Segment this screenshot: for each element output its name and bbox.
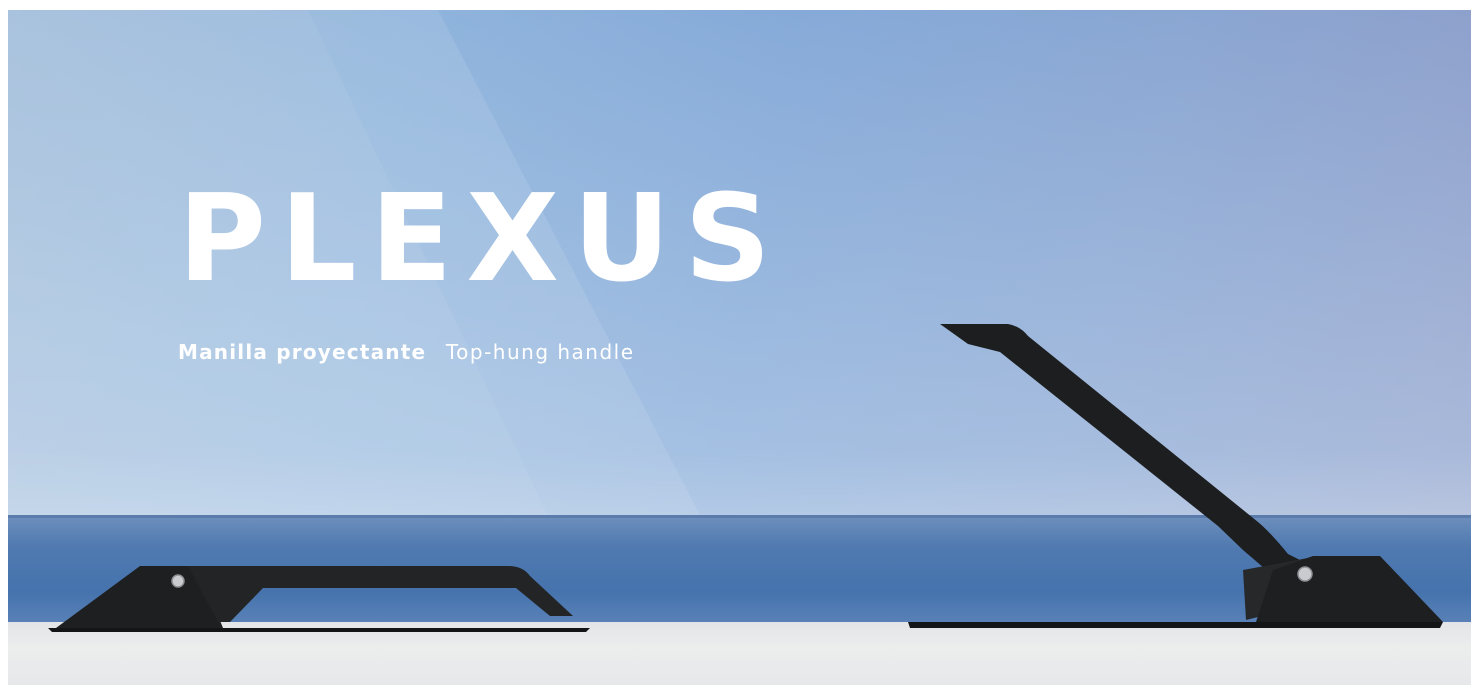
handle-closed [48,566,590,632]
product-title: PLEXUS [178,170,785,309]
subtitle-spanish: Manilla proyectante [178,340,427,364]
handle-open [908,324,1443,628]
product-subtitle: Manilla proyectante Top-hung handle [178,340,635,364]
hero-banner: PLEXUS Manilla proyectante Top-hung hand… [8,10,1471,685]
subtitle-english: Top-hung handle [445,340,635,364]
